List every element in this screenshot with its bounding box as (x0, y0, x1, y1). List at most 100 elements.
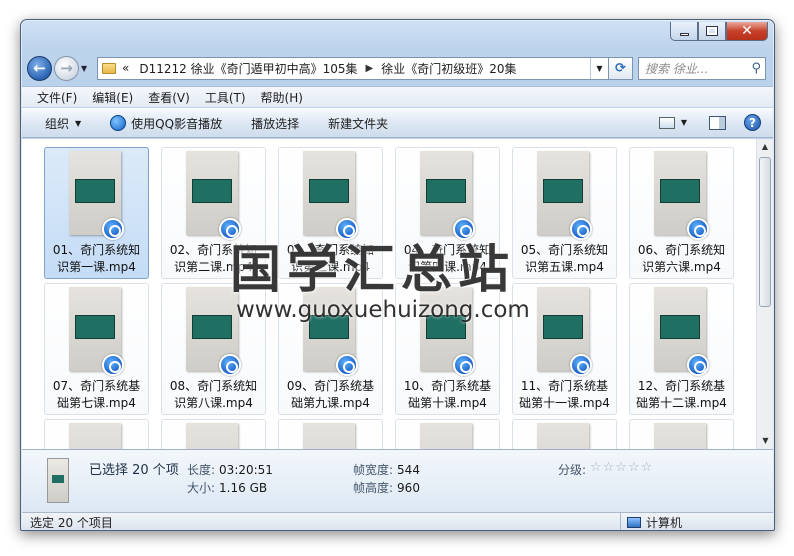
organize-button[interactable]: 组织 ▼ (45, 115, 81, 132)
menu-help[interactable]: 帮助(H) (261, 89, 303, 106)
watermark-url: www.guoxuehuizong.com (236, 297, 530, 323)
file-name: 07、奇门系统基础第七课.mp4 (52, 379, 141, 410)
qq-player-icon (570, 218, 592, 240)
frame-width-label: 帧宽度: (353, 463, 394, 477)
file-name: 01、奇门系统知识第一课.mp4 (52, 243, 141, 274)
menu-bar: 文件(F) 编辑(E) 查看(V) 工具(T) 帮助(H) (22, 86, 773, 107)
file-item[interactable]: 12、奇门系统基础第十二课.mp4 (629, 283, 734, 415)
rating-label: 分级: (558, 463, 587, 477)
play-with-qq-label: 使用QQ影音播放 (131, 116, 223, 131)
folder-icon (102, 62, 116, 74)
back-arrow-icon: ← (33, 59, 46, 77)
frame-height-label: 帧高度: (353, 481, 394, 495)
frame-height-field: 帧高度: 960 (353, 479, 420, 496)
new-folder-button[interactable]: 新建文件夹 (328, 115, 388, 132)
breadcrumb-item-current[interactable]: 徐业《奇门初级班》20集 (381, 60, 516, 77)
length-label: 长度: (187, 463, 216, 477)
help-icon[interactable]: ? (744, 114, 761, 131)
menu-view[interactable]: 查看(V) (148, 89, 190, 106)
qq-player-icon (687, 354, 709, 376)
file-name: 06、奇门系统知识第六课.mp4 (637, 243, 726, 274)
details-thumbnail (47, 458, 69, 503)
size-field: 大小: 1.16 GB (187, 479, 267, 496)
frame-width-field: 帧宽度: 544 (353, 461, 420, 478)
address-dropdown-button[interactable]: ▼ (590, 57, 608, 79)
vertical-scrollbar[interactable]: ▲ ▼ (756, 139, 773, 449)
menu-file[interactable]: 文件(F) (37, 89, 77, 106)
change-view-icon[interactable] (658, 116, 675, 129)
file-name: 09、奇门系统基础第九课.mp4 (286, 379, 375, 410)
navigation-row: ← → ▼ « D11212 徐业《奇门遁甲初中高》105集 ▶ 徐业《奇门初级… (27, 54, 766, 82)
file-item[interactable] (629, 419, 734, 449)
chevron-down-icon: ▼ (75, 118, 82, 128)
file-name: 08、奇门系统知识第八课.mp4 (169, 379, 258, 410)
file-name: 05、奇门系统知识第五课.mp4 (520, 243, 609, 274)
qq-player-icon (219, 354, 241, 376)
preview-pane-icon[interactable] (709, 115, 726, 130)
computer-icon (627, 517, 641, 528)
command-bar-right: ▼ ? (658, 114, 761, 131)
scroll-up-icon[interactable]: ▲ (757, 139, 773, 155)
address-bar[interactable]: « D11212 徐业《奇门遁甲初中高》105集 ▶ 徐业《奇门初级班》20集 … (97, 56, 609, 80)
file-item[interactable]: 01、奇门系统知识第一课.mp4 (44, 147, 149, 279)
file-name: 11、奇门系统基础第十一课.mp4 (519, 379, 610, 410)
minimize-button[interactable] (670, 22, 698, 41)
play-selection-label: 播放选择 (251, 116, 300, 131)
breadcrumb-item-parent[interactable]: D11212 徐业《奇门遁甲初中高》105集 (139, 60, 357, 77)
minimize-icon (679, 32, 689, 36)
details-pane: 已选择 20 个项 长度: 03:20:51 大小: 1.16 GB 帧宽度: 544… (22, 449, 773, 512)
file-item[interactable]: 07、奇门系统基础第七课.mp4 (44, 283, 149, 415)
search-icon[interactable]: ⚲ (751, 61, 761, 76)
file-item[interactable]: 05、奇门系统知识第五课.mp4 (512, 147, 617, 279)
breadcrumb-separator-icon[interactable]: ▶ (365, 63, 373, 74)
size-value: 1.16 GB (219, 481, 268, 495)
forward-button[interactable]: → (54, 55, 79, 81)
command-bar: 组织 ▼ 使用QQ影音播放 播放选择 新建文件夹 ▼ ? (22, 108, 773, 138)
close-button[interactable]: ✕ (726, 22, 768, 41)
blackboard-image (660, 315, 700, 339)
length-value: 03:20:51 (219, 463, 273, 477)
status-location: 计算机 (620, 513, 683, 530)
file-item[interactable] (395, 419, 500, 449)
qq-player-icon (570, 354, 592, 376)
file-item[interactable] (161, 419, 266, 449)
size-label: 大小: (187, 481, 216, 495)
file-item[interactable] (512, 419, 617, 449)
blackboard-image (426, 179, 466, 203)
breadcrumb-overflow[interactable]: « (122, 61, 129, 75)
blackboard-image (192, 315, 232, 339)
qq-player-icon (336, 354, 358, 376)
maximize-icon (706, 26, 718, 36)
blackboard-image (543, 179, 583, 203)
view-options-dropdown[interactable]: ▼ (681, 118, 687, 127)
scroll-thumb[interactable] (759, 157, 771, 307)
play-selection-button[interactable]: 播放选择 (251, 115, 299, 132)
file-item[interactable] (44, 419, 149, 449)
refresh-icon: ⟳ (615, 60, 626, 76)
menu-tools[interactable]: 工具(T) (205, 89, 246, 106)
frame-width-value: 544 (397, 463, 420, 477)
status-location-label: 计算机 (646, 516, 683, 530)
search-input[interactable]: 搜索 徐业... ⚲ (638, 56, 766, 80)
refresh-button[interactable]: ⟳ (609, 56, 633, 80)
video-thumbnail (420, 423, 472, 449)
file-item[interactable]: 06、奇门系统知识第六课.mp4 (629, 147, 734, 279)
recent-pages-button[interactable]: ▼ (81, 64, 93, 73)
file-item[interactable] (278, 419, 383, 449)
play-with-qq-button[interactable]: 使用QQ影音播放 (110, 115, 222, 132)
rating-stars[interactable]: ☆☆☆☆☆ (590, 460, 653, 475)
menu-edit[interactable]: 编辑(E) (92, 89, 133, 106)
back-button[interactable]: ← (27, 55, 52, 81)
blackboard-image (192, 179, 232, 203)
maximize-button[interactable] (698, 22, 726, 41)
close-icon: ✕ (741, 23, 753, 39)
qq-player-icon (687, 218, 709, 240)
organize-label: 组织 (45, 116, 70, 131)
qq-player-icon (102, 354, 124, 376)
caption-buttons: ✕ (670, 22, 768, 41)
length-field: 长度: 03:20:51 (187, 461, 273, 478)
blackboard-image (309, 179, 349, 203)
status-selection-text: 选定 20 个项目 (30, 515, 113, 530)
scroll-down-icon[interactable]: ▼ (757, 433, 773, 449)
video-thumbnail (303, 423, 355, 449)
